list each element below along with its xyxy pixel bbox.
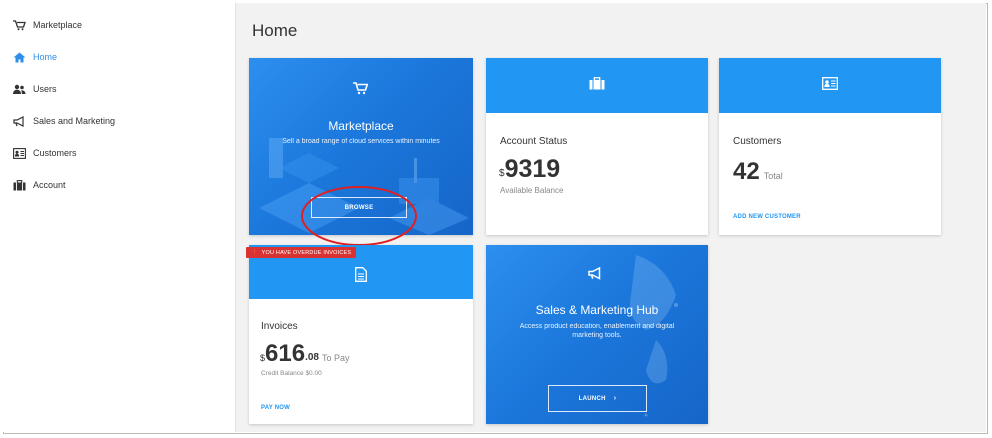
briefcase-icon — [13, 179, 33, 191]
customers-title: Customers — [733, 136, 782, 147]
launch-button-label: LAUNCH — [578, 395, 606, 402]
sidebar-item-marketplace[interactable]: Marketplace — [3, 9, 235, 41]
card-header — [719, 58, 941, 113]
sidebar-item-label: Home — [33, 52, 58, 62]
balance-amount: $ 9319 — [499, 157, 560, 182]
to-pay-label: To Pay — [321, 353, 350, 363]
invoice-amount: $ 616 .08 To Pay — [260, 342, 349, 366]
sidebar-item-label: Users — [33, 84, 57, 94]
launch-button[interactable]: LAUNCH › — [548, 385, 647, 412]
customer-count: 42 Total — [733, 160, 783, 184]
invoice-amount-value: 616 — [265, 340, 306, 367]
sidebar-item-label: Sales and Marketing — [33, 116, 116, 126]
cart-icon — [353, 82, 369, 100]
sales-marketing-hub-card[interactable]: Sales & Marketing Hub Access product edu… — [486, 245, 708, 424]
home-icon — [13, 52, 33, 63]
megaphone-icon — [13, 115, 33, 127]
account-status-card[interactable]: Account Status $ 9319 Available Balance — [486, 58, 708, 235]
card-header — [486, 58, 708, 113]
credit-balance: Credit Balance $0.00 — [261, 370, 322, 377]
sidebar-item-label: Customers — [33, 148, 77, 158]
invoices-title: Invoices — [261, 321, 298, 332]
alert-icon: ❗ — [251, 250, 259, 256]
sidebar-item-label: Account — [33, 180, 66, 190]
customer-count-label: Total — [763, 171, 783, 181]
invoice-amount-cents: .08 — [305, 352, 319, 363]
annotation-highlight-circle — [301, 186, 417, 246]
sidebar-item-customers[interactable]: Customers — [3, 137, 235, 169]
add-new-customer-link[interactable]: ADD NEW CUSTOMER — [733, 214, 801, 220]
sidebar-item-label: Marketplace — [33, 20, 83, 30]
page-title: Home — [252, 21, 298, 40]
sales-hub-title: Sales & Marketing Hub — [535, 303, 659, 317]
sales-hub-description: Access product education, enablement and… — [519, 323, 675, 339]
sidebar: Marketplace Home Users Sales and Marketi… — [3, 3, 236, 432]
sidebar-item-account[interactable]: Account — [3, 169, 235, 201]
briefcase-icon — [589, 76, 605, 95]
pay-now-link[interactable]: PAY NOW — [261, 405, 290, 411]
account-status-title: Account Status — [500, 136, 568, 147]
contact-card-icon — [822, 76, 838, 95]
main-content: Home Marketplace Sell a broad range of c… — [236, 3, 986, 432]
sidebar-item-sales-and-marketing[interactable]: Sales and Marketing — [3, 105, 235, 137]
users-icon — [13, 84, 33, 95]
balance-value: 9319 — [504, 155, 561, 183]
customer-count-value: 42 — [733, 158, 760, 185]
sidebar-item-users[interactable]: Users — [3, 73, 235, 105]
sidebar-item-home[interactable]: Home — [3, 41, 235, 73]
contact-card-icon — [13, 147, 33, 159]
cart-icon — [13, 19, 33, 31]
marketplace-description: Sell a broad range of cloud services wit… — [282, 138, 440, 145]
marketplace-title: Marketplace — [328, 119, 394, 133]
available-balance-label: Available Balance — [500, 186, 564, 195]
megaphone-icon — [588, 266, 604, 285]
invoices-card[interactable]: Invoices $ 616 .08 To Pay Credit Balance… — [249, 245, 473, 424]
overdue-invoices-badge[interactable]: ❗ YOU HAVE OVERDUE INVOICES — [246, 247, 357, 258]
chevron-right-icon: › — [613, 395, 617, 402]
document-icon — [355, 267, 367, 287]
customers-card[interactable]: Customers 42 Total ADD NEW CUSTOMER — [719, 58, 941, 235]
overdue-invoices-text: YOU HAVE OVERDUE INVOICES — [261, 250, 352, 256]
